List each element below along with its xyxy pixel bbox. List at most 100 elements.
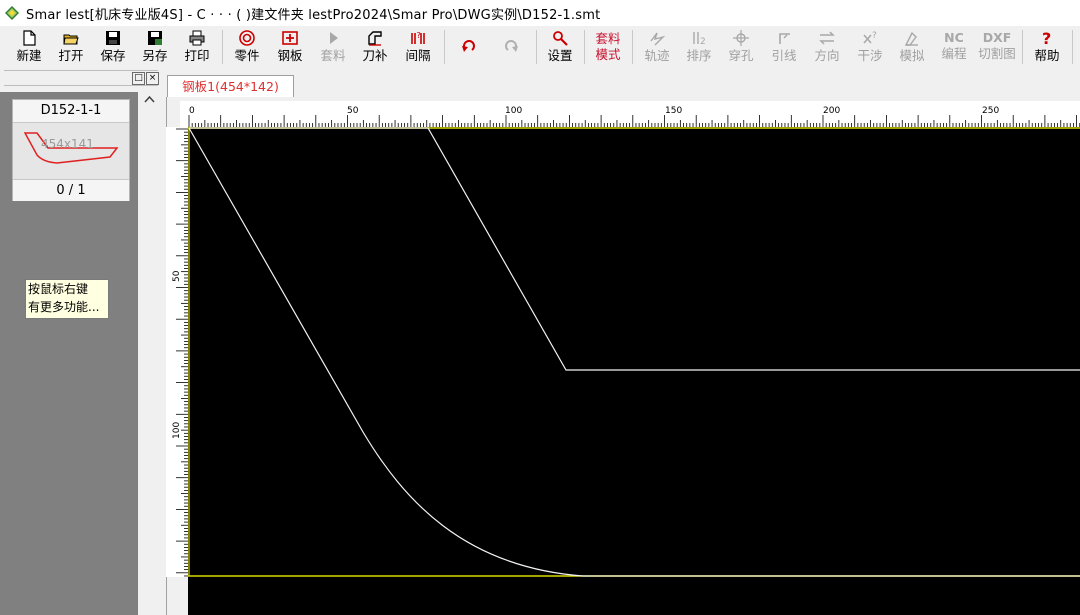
nest-mode-button[interactable]: 套料 模式 [586, 28, 630, 66]
title-bar: Smar lest[机床专业版4S] - C · · · ( )建文件夹 les… [0, 0, 1080, 26]
interference-icon: ? [863, 31, 877, 44]
lead-in-icon [779, 33, 790, 44]
simulate-button[interactable]: 模拟 [891, 28, 933, 66]
interference-button[interactable]: ? 干涉 [849, 28, 891, 66]
plate-tab-bar: 钢板1(454*142) [160, 68, 1080, 98]
toolbar-separator [536, 30, 537, 64]
pierce-label: 穿孔 [728, 48, 754, 63]
direction-button[interactable]: 方向 [806, 28, 848, 66]
lead-in-button[interactable]: 引线 [763, 28, 805, 66]
undo-icon [462, 40, 475, 52]
part-dimensions: 454x141 [41, 137, 94, 151]
pierce-icon [733, 30, 749, 46]
sort-button[interactable]: 2 排序 [678, 28, 720, 66]
window-title: Smar lest[机床专业版4S] - C · · · ( )建文件夹 les… [26, 7, 601, 23]
svg-text:?: ? [1042, 29, 1051, 47]
part-outline-lower [188, 127, 1080, 577]
part-count: 0 / 1 [13, 179, 129, 201]
plate-button[interactable]: 钢板 [269, 28, 311, 66]
print-button[interactable]: 打印 [176, 28, 218, 66]
new-label: 新建 [16, 48, 42, 63]
scroll-up-arrow-icon[interactable] [139, 92, 160, 108]
dxf-cut-button[interactable]: DXF 切割图 [976, 28, 1018, 66]
kerf-label: 刀补 [362, 48, 388, 63]
nc-program-button[interactable]: NC 编程 [933, 28, 975, 66]
plate-label: 钢板 [277, 48, 303, 63]
path-button[interactable]: 轨迹 [636, 28, 678, 66]
smartnest-logo-icon [5, 6, 19, 20]
spacing-label: 间隔 [405, 48, 431, 63]
nc-program-label: 编程 [941, 46, 967, 61]
sort-label: 排序 [686, 48, 712, 63]
save-as-icon [148, 31, 162, 45]
part-list-panel: □ × D152-1-1 454x141 0 / 1 按鼠标右键 有更多功能..… [0, 68, 160, 615]
right-click-tooltip: 按鼠标右键 有更多功能... [25, 279, 109, 319]
new-file-icon [23, 30, 36, 46]
printer-icon [189, 30, 205, 46]
redo-button[interactable] [490, 28, 532, 66]
open-label: 打开 [58, 48, 84, 63]
toolbar-separator [1072, 30, 1073, 64]
play-icon [330, 32, 338, 44]
dxf-cut-label: 切割图 [978, 46, 1016, 61]
kerf-button[interactable]: 刀补 [354, 28, 396, 66]
save-as-button[interactable]: 另存 [134, 28, 176, 66]
svg-text:?: ? [872, 31, 877, 41]
restore-icon[interactable]: □ [132, 72, 145, 85]
simulate-icon [904, 31, 918, 46]
part-list[interactable]: D152-1-1 454x141 0 / 1 按鼠标右键 有更多功能... [0, 92, 138, 615]
ruler-x-label: 250 [982, 106, 1000, 116]
save-button[interactable]: 保存 [92, 28, 134, 66]
close-icon[interactable]: × [146, 72, 159, 85]
part-thumbnail[interactable]: D152-1-1 454x141 0 / 1 [12, 99, 130, 201]
svg-text:2: 2 [700, 37, 706, 47]
lead-in-label: 引线 [771, 48, 797, 63]
open-folder-icon [63, 34, 79, 45]
sort-icon: 2 [693, 32, 706, 47]
part-button[interactable]: 零件 [226, 28, 268, 66]
settings-label: 设置 [547, 48, 573, 63]
print-label: 打印 [184, 48, 210, 63]
settings-button[interactable]: 设置 [539, 28, 581, 66]
kerf-icon [368, 31, 382, 46]
dxf-top-label: DXF [982, 30, 1012, 45]
new-button[interactable]: 新建 [8, 28, 50, 66]
panel-header: □ × [4, 70, 159, 86]
nesting-canvas[interactable] [188, 127, 1080, 615]
open-button[interactable]: 打开 [50, 28, 92, 66]
nest-button[interactable]: 套料 [312, 28, 354, 66]
nest-mode-label-bottom: 模式 [595, 47, 621, 62]
drawing-svg [188, 127, 1080, 577]
main-toolbar: 新建 打开 保存 另存 打印 零件 钢板 套料 刀补 ? 间隔 设置 套料 模式… [0, 26, 1080, 69]
nc-top-label: NC [944, 30, 964, 45]
tab-plate-1[interactable]: 钢板1(454*142) [167, 75, 294, 98]
path-icon [650, 32, 666, 46]
ruler-y-label: 100 [172, 421, 182, 439]
spacing-button[interactable]: ? 间隔 [397, 28, 439, 66]
nest-mode-label-top: 套料 [595, 31, 621, 46]
pierce-button[interactable]: 穿孔 [720, 28, 762, 66]
toolbar-separator [632, 30, 633, 64]
save-as-label: 另存 [142, 48, 168, 63]
ruler-x-label: 200 [823, 106, 841, 116]
part-outline-upper [189, 127, 1080, 371]
ruler-x-label: 150 [665, 106, 683, 116]
plate-icon [282, 31, 298, 45]
direction-label: 方向 [814, 48, 840, 63]
tooltip-line-1: 按鼠标右键 [28, 282, 89, 296]
ruler-x-label: 50 [347, 106, 359, 116]
undo-button[interactable] [448, 28, 490, 66]
ruler-x-label: 100 [505, 106, 523, 116]
settings-wrench-icon [553, 31, 568, 46]
redo-icon [505, 40, 518, 52]
ruler-x-label: 0 [189, 106, 195, 116]
spacing-icon: ? [411, 31, 425, 44]
help-button[interactable]: ? 帮助 [1026, 28, 1068, 66]
tooltip-line-2: 有更多功能... [28, 300, 100, 314]
ruler-horizontal: 0 50 100 150 200 250 [180, 101, 1080, 127]
ruler-horizontal-ticks [188, 115, 1080, 127]
interference-label: 干涉 [857, 48, 883, 63]
ruler-vertical-ticks [176, 128, 188, 577]
part-list-scrollbar[interactable] [139, 92, 160, 615]
svg-text:?: ? [417, 31, 421, 40]
